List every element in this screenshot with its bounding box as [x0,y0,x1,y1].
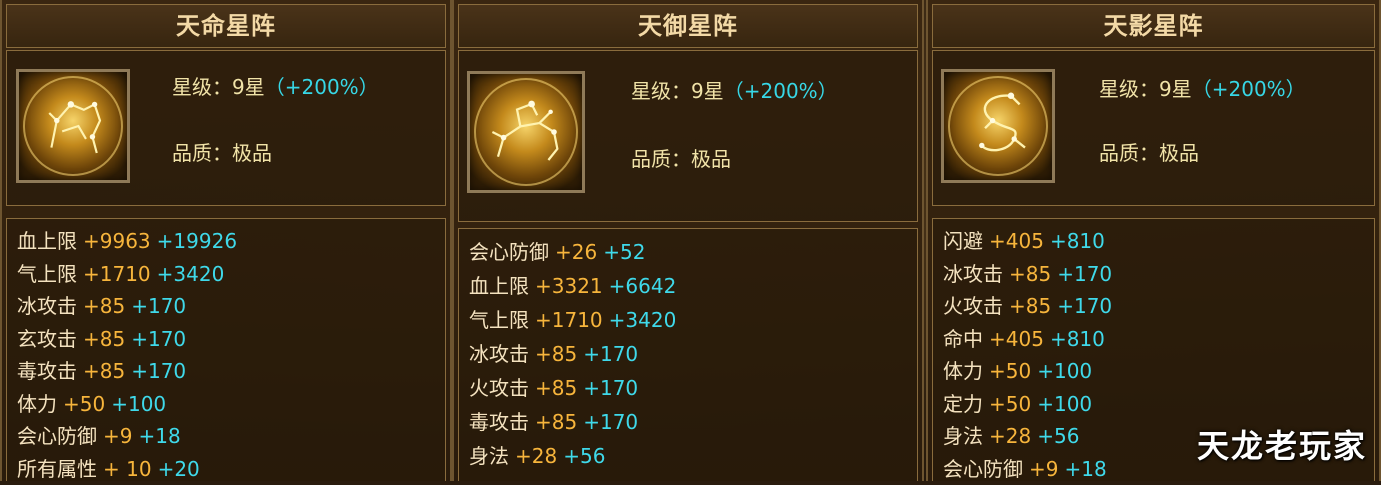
stat-row: 血上限+9963+19926 [17,225,445,258]
panel-header: 星级：9星（+200%） 品质：极品 [6,50,446,206]
formation-panel-tianming: 天命星阵 星级：9星（+200%） 品质：极品 血上限+9963+19926 气… [0,0,452,481]
stat-row: 冰攻击+85+170 [17,290,445,323]
quality: 品质：极品 [631,143,731,172]
stats-list: 会心防御+26+52 血上限+3321+6642 气上限+1710+3420 冰… [458,228,918,481]
stat-row: 身法+28+56 [469,439,917,473]
stat-row: 闪避+405+810 [943,225,1374,258]
quality: 品质：极品 [1099,137,1199,166]
star-level: 星级：9星（+200%） [631,75,838,104]
beast-constellation-icon[interactable] [467,71,585,193]
formation-panel-tianying: 天影星阵 星级：9星（+200%） 品质：极品 闪避+405+810 冰攻击+8… [926,0,1381,481]
stats-list: 血上限+9963+19926 气上限+1710+3420 冰攻击+85+170 … [6,218,446,481]
stat-row: 冰攻击+85+170 [943,258,1374,291]
stat-row: 所有属性+ 10+20 [17,453,445,485]
stat-row: 冰攻击+85+170 [469,337,917,371]
stat-row: 会心防御+9+18 [17,420,445,453]
stat-row: 毒攻击+85+170 [17,355,445,388]
watermark-text: 天龙老玩家 [1197,421,1367,467]
panel-header: 星级：9星（+200%） 品质：极品 [932,50,1375,206]
stat-row: 气上限+1710+3420 [469,303,917,337]
stat-row: 血上限+3321+6642 [469,269,917,303]
dragon-constellation-icon[interactable] [941,69,1055,183]
panel-title: 天命星阵 [6,4,446,48]
formation-panel-tianyu: 天御星阵 星级：9星（+200%） 品质：极品 会心防御+26+52 血上限+3… [452,0,924,481]
panel-title: 天影星阵 [932,4,1375,48]
star-level: 星级：9星（+200%） [172,71,379,100]
stat-row: 定力+50+100 [943,388,1374,421]
stat-row: 会心防御+26+52 [469,235,917,269]
panel-header: 星级：9星（+200%） 品质：极品 [458,50,918,222]
stat-row: 体力+50+100 [943,355,1374,388]
star-level: 星级：9星（+200%） [1099,73,1306,102]
stat-row: 火攻击+85+170 [943,290,1374,323]
stat-row: 体力+50+100 [17,388,445,421]
stat-row: 气上限+1710+3420 [17,258,445,291]
quality: 品质：极品 [172,137,272,166]
stat-row: 命中+405+810 [943,323,1374,356]
stat-row: 毒攻击+85+170 [469,405,917,439]
panel-title: 天御星阵 [458,4,918,48]
lion-constellation-icon[interactable] [16,69,130,183]
stat-row: 玄攻击+85+170 [17,323,445,356]
stat-row: 火攻击+85+170 [469,371,917,405]
